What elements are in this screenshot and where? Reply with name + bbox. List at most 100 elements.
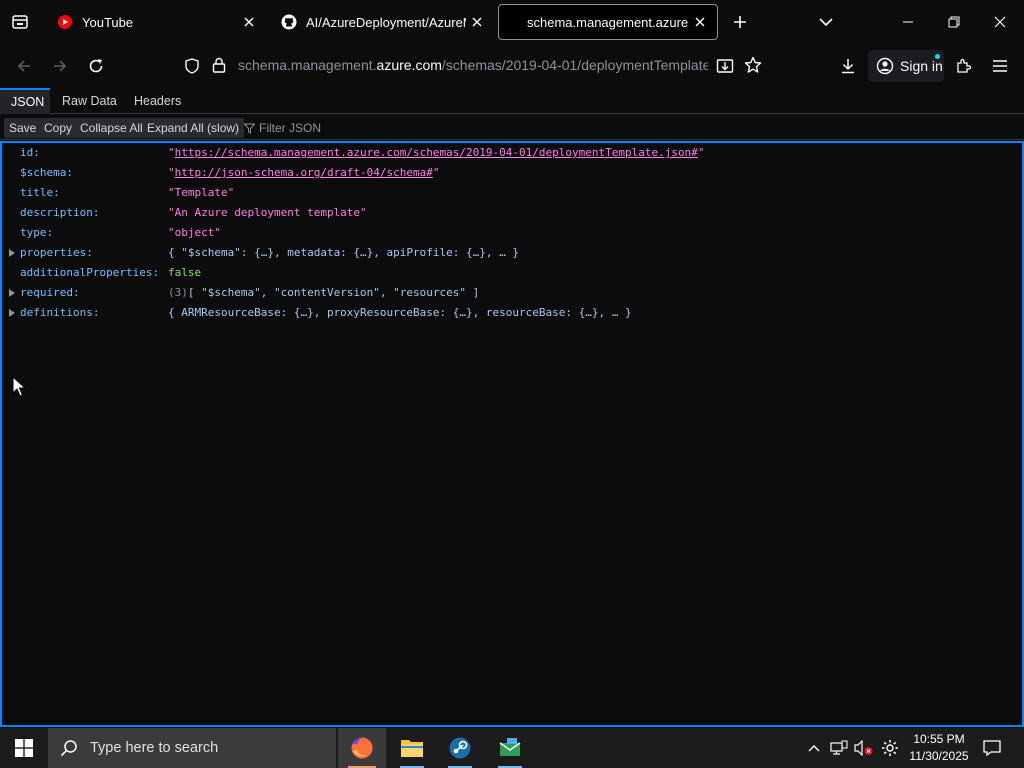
- start-button[interactable]: [0, 728, 48, 768]
- json-value-summary: { "$schema": {…}, metadata: {…}, apiProf…: [168, 246, 519, 259]
- json-row-id: id: "https://schema.management.azure.com…: [2, 143, 1020, 163]
- puzzle-piece-icon: [957, 58, 972, 73]
- filter-json-input[interactable]: Filter JSON: [244, 119, 321, 137]
- clock-date: 11/30/2025: [909, 749, 969, 763]
- tab-youtube[interactable]: YouTube: [44, 4, 266, 40]
- json-key: type:: [20, 226, 54, 239]
- plus-icon: [734, 16, 746, 28]
- sign-in-button[interactable]: Sign in: [868, 50, 944, 82]
- json-link[interactable]: http://json-schema.org/draft-04/schema#: [175, 166, 433, 179]
- back-button[interactable]: [10, 52, 38, 80]
- firefox-view-icon: [12, 15, 28, 29]
- mail-app-icon: [499, 738, 521, 756]
- system-clock[interactable]: 10:55 PM 11/30/2025: [904, 731, 974, 765]
- list-all-tabs-button[interactable]: [814, 10, 838, 34]
- close-tab-icon[interactable]: [689, 11, 711, 33]
- close-window-button[interactable]: [986, 8, 1014, 36]
- taskbar-file-explorer[interactable]: [388, 728, 436, 768]
- back-arrow-icon: [17, 60, 30, 72]
- json-toolbar: Save Copy Collapse All Expand All (slow)…: [0, 116, 1024, 140]
- address-bar[interactable]: schema.management.azure.com/schemas/2019…: [176, 50, 772, 82]
- taskbar-steam[interactable]: [436, 728, 484, 768]
- tab-json[interactable]: JSON: [0, 88, 50, 114]
- expand-arrow-icon[interactable]: [8, 288, 16, 298]
- extensions-button[interactable]: [950, 52, 978, 80]
- notification-dot: [935, 54, 940, 59]
- minimize-icon: [903, 21, 913, 23]
- bookmark-star-icon[interactable]: [744, 56, 762, 79]
- url-path: /schemas/2019-04-01/deploymentTemplate.j: [441, 57, 708, 73]
- tab-github[interactable]: AI/AzureDeployment/AzureML/: [268, 4, 494, 40]
- volume-tray-button[interactable]: [852, 728, 876, 768]
- chevron-up-icon: [808, 745, 820, 752]
- json-key: title:: [20, 186, 60, 199]
- json-value: "Template": [168, 186, 235, 199]
- youtube-icon: [56, 13, 74, 31]
- json-tree-panel: id: "https://schema.management.azure.com…: [0, 141, 1024, 727]
- collapse-all-button[interactable]: Collapse All: [75, 118, 148, 138]
- tab-label: schema.management.azure.com: [527, 14, 689, 30]
- notification-icon: [983, 740, 1001, 756]
- url-host: azure.com: [376, 57, 442, 73]
- reader-view-icon[interactable]: [716, 57, 734, 80]
- filter-icon: [244, 123, 255, 134]
- restore-icon: [948, 16, 960, 28]
- json-row-additional-properties: additionalProperties: false: [2, 263, 1020, 283]
- url-text[interactable]: schema.management.azure.com/schemas/2019…: [238, 57, 708, 73]
- json-value-summary: { ARMResourceBase: {…}, proxyResourceBas…: [168, 306, 632, 319]
- expand-all-button[interactable]: Expand All (slow): [142, 118, 245, 138]
- tab-schema-active[interactable]: schema.management.azure.com: [498, 4, 718, 40]
- tab-headers[interactable]: Headers: [134, 88, 181, 114]
- close-tab-icon[interactable]: [466, 11, 488, 33]
- minimize-button[interactable]: [894, 8, 922, 36]
- network-icon: [830, 740, 848, 755]
- reload-button[interactable]: [82, 52, 110, 80]
- json-row-description: description: "An Azure deployment templa…: [2, 203, 1020, 223]
- taskbar-firefox[interactable]: [338, 728, 386, 768]
- download-icon: [842, 59, 854, 74]
- firefox-icon: [351, 737, 373, 759]
- taskbar-search-box[interactable]: Type here to search: [48, 728, 336, 768]
- json-row-required[interactable]: required: (3)[ "$schema", "contentVersio…: [2, 283, 1020, 303]
- hamburger-menu-icon: [993, 60, 1007, 72]
- json-value: "object": [168, 226, 221, 239]
- notification-center-button[interactable]: [980, 728, 1004, 768]
- volume-muted-icon: [854, 740, 873, 756]
- steam-icon: [449, 737, 471, 759]
- firefox-view-button[interactable]: [8, 10, 32, 34]
- windows-taskbar: Type here to search 10:55 PM 11/30/2025: [0, 728, 1024, 768]
- filter-placeholder: Filter JSON: [259, 121, 322, 135]
- json-row-properties[interactable]: properties: { "$schema": {…}, metadata: …: [2, 243, 1020, 263]
- restore-button[interactable]: [940, 8, 968, 36]
- reload-icon: [89, 59, 103, 73]
- close-icon: [994, 16, 1006, 28]
- json-value: "An Azure deployment template": [168, 206, 367, 219]
- search-icon: [60, 740, 77, 757]
- json-link[interactable]: https://schema.management.azure.com/sche…: [175, 146, 698, 159]
- close-tab-icon[interactable]: [238, 11, 260, 33]
- sign-in-label: Sign in: [900, 58, 943, 74]
- forward-button[interactable]: [46, 52, 74, 80]
- tracking-protection-shield-icon[interactable]: [184, 58, 200, 79]
- settings-tray-button[interactable]: [878, 728, 902, 768]
- show-hidden-icons-button[interactable]: [804, 728, 824, 768]
- array-preview: [ "$schema", "contentVersion", "resource…: [187, 286, 480, 299]
- new-tab-button[interactable]: [728, 10, 752, 34]
- json-row-definitions[interactable]: definitions: { ARMResourceBase: {…}, pro…: [2, 303, 1020, 323]
- lock-icon[interactable]: [212, 57, 226, 78]
- chevron-down-icon: [819, 18, 833, 27]
- tab-raw-data[interactable]: Raw Data: [62, 88, 117, 114]
- json-row-type: type: "object": [2, 223, 1020, 243]
- json-viewer-tabs: JSON Raw Data Headers: [0, 88, 1024, 114]
- save-button[interactable]: Save: [4, 118, 42, 138]
- network-tray-button[interactable]: [828, 728, 850, 768]
- downloads-button[interactable]: [834, 52, 862, 80]
- expand-arrow-icon[interactable]: [8, 248, 16, 258]
- clock-time: 10:55 PM: [913, 732, 965, 746]
- json-key: properties:: [20, 246, 93, 259]
- copy-button[interactable]: Copy: [39, 118, 78, 138]
- tab-bar: YouTube AI/AzureDeployment/AzureML/ sche…: [0, 0, 1024, 44]
- expand-arrow-icon[interactable]: [8, 308, 16, 318]
- taskbar-mail-app[interactable]: [486, 728, 534, 768]
- menu-button[interactable]: [986, 52, 1014, 80]
